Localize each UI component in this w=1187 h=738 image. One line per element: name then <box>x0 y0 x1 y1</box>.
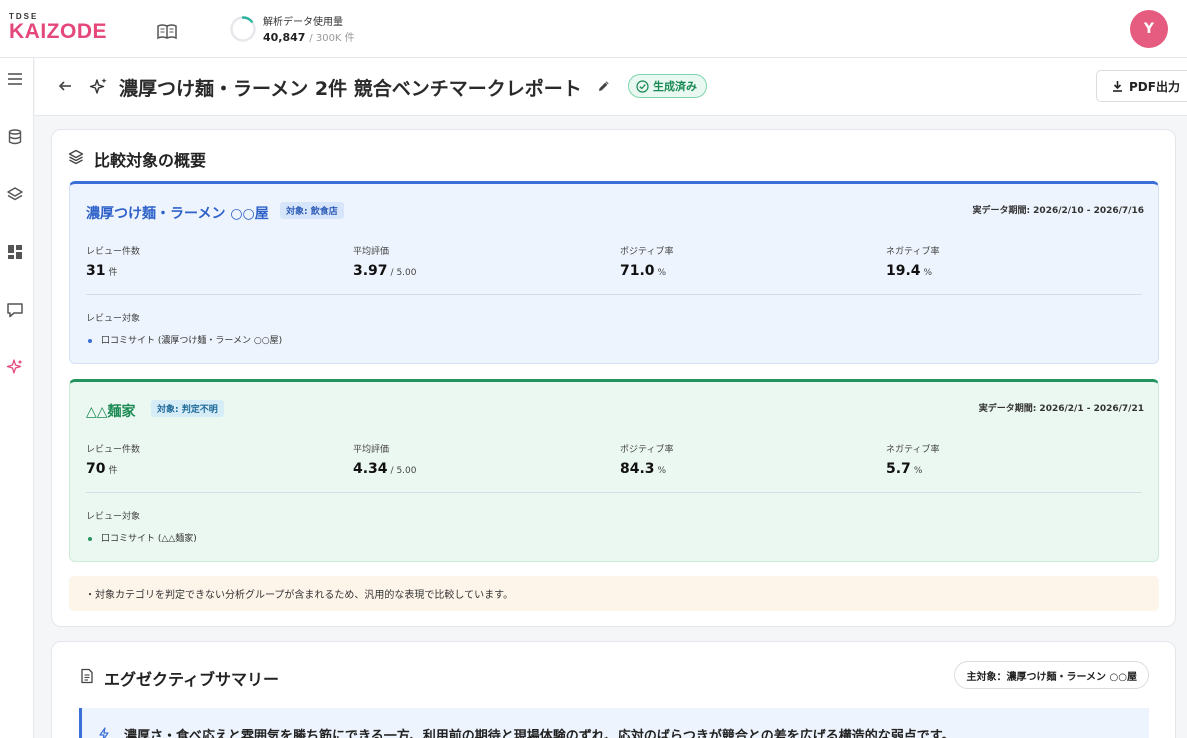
competitor-card: △△麺家 対象: 判定不明 実データ期間: 2026/2/1 - 2026/7/… <box>69 379 1159 562</box>
usage-count: 40,847 <box>263 31 306 44</box>
metric-unit: 件 <box>108 466 118 476</box>
usage-max: / 300K 件 <box>309 33 355 44</box>
sidebar <box>0 58 34 738</box>
metric-unit: / 5.00 <box>390 466 417 476</box>
metric-value: 3.97/ 5.00 <box>353 263 416 279</box>
review-target-item: 口コミサイト (濃厚つけ麺・ラーメン ○○屋) <box>88 333 282 346</box>
usage-ring <box>230 15 256 42</box>
status-label: 生成済み <box>653 80 697 93</box>
page-title: 濃厚つけ麺・ラーメン 2件 競合ベンチマークレポート <box>119 78 582 100</box>
metric-average-rating: 平均評価 3.97/ 5.00 <box>353 244 416 279</box>
pencil-icon[interactable] <box>597 79 611 93</box>
pdf-export-label: PDF出力 <box>1129 79 1180 94</box>
overview-title: 比較対象の概要 <box>94 151 207 170</box>
metric-number: 84.3 <box>620 461 655 477</box>
bullet-dot <box>88 338 92 343</box>
summary-text: 濃厚さ・食べ応えと雰囲気を勝ち筋にできる一方、利用前の期待と現場体験のずれ、応対… <box>124 729 955 738</box>
bolt-icon <box>99 727 109 738</box>
category-tag: 対象: 飲食店 <box>280 202 344 219</box>
metric-value: 71.0% <box>620 263 673 279</box>
ai-sparkle-icon[interactable] <box>6 358 24 376</box>
review-target-text: 口コミサイト (△△麺家) <box>101 534 197 544</box>
summary-highlight: 濃厚さ・食べ応えと雰囲気を勝ち筋にできる一方、利用前の期待と現場体験のずれ、応対… <box>79 708 1149 738</box>
review-target-item: 口コミサイト (△△麺家) <box>88 531 197 544</box>
metric-unit: % <box>657 466 667 476</box>
download-icon <box>1113 81 1123 92</box>
title-bar: 濃厚つけ麺・ラーメン 2件 競合ベンチマークレポート 生成済み PDF出力 <box>35 58 1187 116</box>
metric-value: 70 件 <box>86 461 140 477</box>
logo-main-text: KAIZODE <box>9 20 107 43</box>
metric-number: 4.34 <box>353 461 388 477</box>
metric-number: 3.97 <box>353 263 388 279</box>
metric-label: 平均評価 <box>353 445 390 455</box>
metric-review-count: レビュー件数 31 件 <box>86 244 140 279</box>
divider <box>86 492 1142 493</box>
metric-label: レビュー件数 <box>86 247 141 257</box>
metric-label: ネガティブ率 <box>886 445 940 455</box>
metric-review-count: レビュー件数 70 件 <box>86 442 140 477</box>
metric-number: 31 <box>86 263 106 279</box>
layers-icon <box>68 149 84 165</box>
layers-icon[interactable] <box>6 186 24 204</box>
data-period: 実データ期間: 2026/2/10 - 2026/7/16 <box>972 206 1144 216</box>
bullet-dot <box>88 536 92 541</box>
metric-unit: / 5.00 <box>390 268 417 278</box>
usage-value: 40,847 / 300K 件 <box>263 29 355 44</box>
usage-meter: 解析データ使用量 40,847 / 300K 件 <box>229 13 355 44</box>
back-arrow-icon[interactable] <box>57 78 73 94</box>
chat-icon[interactable] <box>6 301 24 319</box>
overview-card: 比較対象の概要 濃厚つけ麺・ラーメン ○○屋 対象: 飲食店 実データ期間: 2… <box>51 129 1176 627</box>
executive-summary-title: エグゼクティブサマリー <box>104 670 280 689</box>
metric-unit: 件 <box>108 268 118 278</box>
logo[interactable]: TDSE KAIZODE <box>9 12 107 43</box>
metric-negative-rate: ネガティブ率 19.4% <box>886 244 939 279</box>
metric-value: 5.7% <box>886 461 939 477</box>
metric-value: 4.34/ 5.00 <box>353 461 416 477</box>
metric-label: ポジティブ率 <box>620 247 674 257</box>
menu-icon[interactable] <box>6 70 24 88</box>
competitor-name: △△麺家 <box>86 404 136 420</box>
divider <box>86 294 1142 295</box>
category-note: ・対象カテゴリを判定できない分析グループが含まれるため、汎用的な表現で比較してい… <box>69 576 1159 611</box>
metric-positive-rate: ポジティブ率 71.0% <box>620 244 673 279</box>
data-period: 実データ期間: 2026/2/1 - 2026/7/21 <box>978 404 1144 414</box>
metric-unit: % <box>657 268 667 278</box>
metric-number: 71.0 <box>620 263 655 279</box>
top-header: TDSE KAIZODE 解析データ使用量 40,847 / 300K 件 Y <box>0 0 1187 58</box>
metric-unit: % <box>913 466 923 476</box>
dashboard-icon[interactable] <box>6 243 24 261</box>
metric-unit: % <box>923 268 933 278</box>
review-target-label: レビュー対象 <box>86 314 141 324</box>
book-icon[interactable] <box>157 24 177 40</box>
metric-value: 84.3% <box>620 461 673 477</box>
competitor-name: 濃厚つけ麺・ラーメン ○○屋 <box>86 206 269 222</box>
metric-value: 19.4% <box>886 263 939 279</box>
metric-label: ネガティブ率 <box>886 247 940 257</box>
metric-number: 19.4 <box>886 263 921 279</box>
metric-label: レビュー件数 <box>86 445 141 455</box>
main-target-badge: 主対象：濃厚つけ麺・ラーメン ○○屋 <box>954 661 1149 689</box>
usage-label: 解析データ使用量 <box>263 17 343 28</box>
document-icon <box>81 668 93 684</box>
review-target-label: レビュー対象 <box>86 512 141 522</box>
sparkle-icon <box>89 78 107 94</box>
metric-label: ポジティブ率 <box>620 445 674 455</box>
status-badge: 生成済み <box>628 74 707 98</box>
category-tag: 対象: 判定不明 <box>151 400 224 417</box>
metric-positive-rate: ポジティブ率 84.3% <box>620 442 673 477</box>
metric-label: 平均評価 <box>353 247 390 257</box>
check-circle-icon <box>636 79 649 93</box>
database-icon[interactable] <box>6 128 24 146</box>
executive-summary-card: エグゼクティブサマリー 主対象：濃厚つけ麺・ラーメン ○○屋 濃厚さ・食べ応えと… <box>51 641 1176 738</box>
pdf-export-button[interactable]: PDF出力 <box>1096 70 1187 102</box>
metric-average-rating: 平均評価 4.34/ 5.00 <box>353 442 416 477</box>
review-target-text: 口コミサイト (濃厚つけ麺・ラーメン ○○屋) <box>101 336 283 346</box>
avatar[interactable]: Y <box>1130 10 1168 48</box>
competitor-card: 濃厚つけ麺・ラーメン ○○屋 対象: 飲食店 実データ期間: 2026/2/10… <box>69 181 1159 364</box>
metric-number: 70 <box>86 461 106 477</box>
metric-value: 31 件 <box>86 263 140 279</box>
metric-negative-rate: ネガティブ率 5.7% <box>886 442 939 477</box>
metric-number: 5.7 <box>886 461 911 477</box>
